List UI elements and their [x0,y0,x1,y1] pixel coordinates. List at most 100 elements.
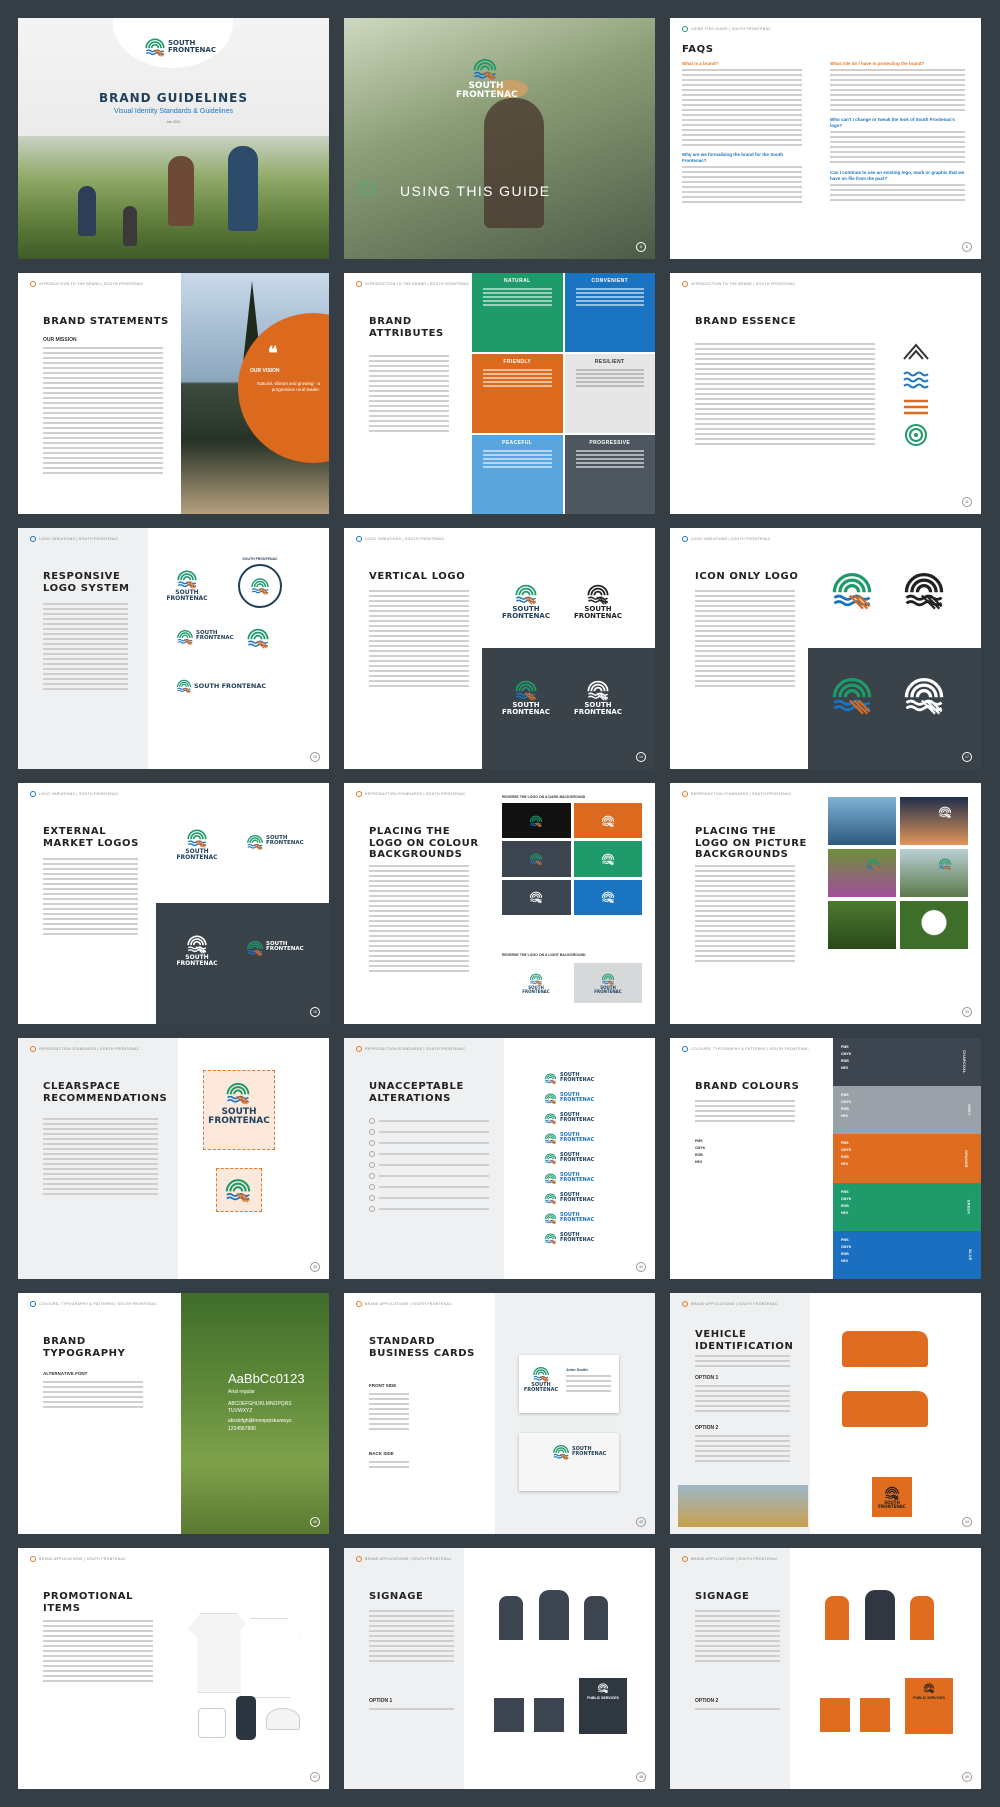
altered-logo: SOUTH FRONTENAC [544,1090,644,1106]
logo-icon [830,673,874,717]
page-unacceptable-alterations[interactable]: REPRODUCTION STANDARDS | SOUTH FRONTENAC… [344,1038,655,1279]
page-brand-statements[interactable]: INTRODUCTION TO THE BRAND | SOUTH FRONTE… [18,273,329,514]
page-header: REPRODUCTION STANDARDS | SOUTH FRONTENAC [30,1046,140,1052]
logo-icon [544,1172,557,1185]
logo-system-text [43,603,128,693]
page-logo-colour-backgrounds[interactable]: REPRODUCTION STANDARDS | SOUTH FRONTENAC… [344,783,655,1024]
font-digits: 1234567890 [228,1426,256,1432]
vertical-logo-text [369,590,469,690]
header-text: COLOURS, TYPOGRAPHY & PATTERNS | SOUTH F… [39,1301,158,1306]
page-cover[interactable]: SOUTH FRONTENAC BRAND GUIDELINES Visual … [18,18,329,259]
page-business-cards[interactable]: BRAND APPLICATIONS | SOUTH FRONTENAC STA… [344,1293,655,1534]
light-bg-label: REVERSE THE LOGO ON A LIGHT BACKGROUND [502,953,586,957]
public-services-label: PUBLIC SERVICES [913,1696,945,1700]
logo-wordmark: SOUTH FRONTENAC [560,1112,595,1123]
colours-text [695,1100,795,1125]
colour-bg-text [369,865,469,975]
colour-codes: PMS CMYK RGB HEX [841,1140,851,1168]
dark-bg-swatches [502,803,642,953]
section-number-circle: 1 [359,180,375,196]
page-logo-picture-backgrounds[interactable]: REPRODUCTION STANDARDS | SOUTH FRONTENAC… [670,783,981,1024]
front-side-heading: FRONT SIDE [369,1383,397,1388]
seal-text: SOUTH FRONTENAC [242,557,278,561]
colour-code-label: PMS [841,1189,849,1194]
faq-answer [682,166,802,206]
logo-icon [246,626,270,650]
page-title: BRAND STATEMENTS [43,316,169,327]
mug [198,1708,226,1738]
page-header: BRAND APPLICATIONS | SOUTH FRONTENAC [356,1556,452,1562]
logo-icon [529,814,543,828]
logo-icon [923,1682,935,1694]
font-lowercase: abcdefghijklmnopqrstuvwxyz [228,1418,292,1424]
faq-answer [830,131,965,166]
logo-wordmark-color: SOUTH FRONTENAC [502,605,550,620]
font-uppercase: ABCDEFGHIJKLMNOPQRS TUVWXYZ [228,1401,292,1414]
colour-code-labels: PMS CMYK RGB HEX [695,1138,705,1166]
page-header: REPRODUCTION STANDARDS | SOUTH FRONTENAC [356,791,466,797]
picture-bg-text [695,865,795,965]
page-using-this-guide[interactable]: SOUTH FRONTENAC 1 USING THIS GUIDE 5 [344,18,655,259]
colour-code-label: PMS [841,1093,849,1098]
dark-bg-label: REVERSE THE LOGO ON A DARK BACKGROUND [502,795,586,799]
colour-code-label: PMS [695,1139,703,1143]
page-vehicle-identification[interactable]: BRAND APPLICATIONS | SOUTH FRONTENAC VEH… [670,1293,981,1534]
header-text: BRAND APPLICATIONS | SOUTH FRONTENAC [691,1556,778,1561]
colour-code-label: HEX [841,1258,849,1263]
colour-swatch-name: ORANGE [964,1149,969,1168]
page-brand-colours[interactable]: COLOURS, TYPOGRAPHY & PATTERNS | SOUTH F… [670,1038,981,1279]
colour-code-label: HEX [841,1066,849,1070]
altered-logo: SOUTH FRONTENAC [544,1170,644,1186]
colour-code-label: HEX [841,1210,849,1215]
sign-1 [825,1596,849,1640]
option-2-text [695,1435,790,1465]
page-responsive-logo-system[interactable]: LOGO VARIATIONS | SOUTH FRONTENAC RESPON… [18,528,329,769]
truck-option-1 [842,1331,928,1367]
faq-answer [682,69,802,149]
polo-shirt [238,1618,300,1698]
page-clearspace[interactable]: REPRODUCTION STANDARDS | SOUTH FRONTENAC… [18,1038,329,1279]
attribute-tile: FRIENDLY [472,354,563,433]
colour-code-label: HEX [841,1162,849,1167]
photo-sunset [900,797,968,845]
page-title: EXTERNAL MARKET LOGOS [43,826,139,849]
colour-code-label: CMYK [841,1100,852,1105]
back-side-list [369,1461,409,1471]
logo-wordmark: SOUTH FRONTENAC [176,954,218,967]
page-external-market-logos[interactable]: LOGO VARIATIONS | SOUTH FRONTENAC EXTERN… [18,783,329,1024]
option-1-heading: OPTION 1 [695,1375,719,1381]
logo-icon [902,568,946,612]
page-icon-only-logo[interactable]: LOGO VARIATIONS | SOUTH FRONTENAC ICON O… [670,528,981,769]
page-brand-essence[interactable]: INTRODUCTION TO THE BRAND | SOUTH FRONTE… [670,273,981,514]
header-text: REPRODUCTION STANDARDS | SOUTH FRONTENAC [365,1046,466,1051]
logo-wordmark: SOUTH FRONTENAC [572,1446,607,1457]
logo-wordmark: SOUTH FRONTENAC [208,1107,270,1126]
page-vertical-logo[interactable]: LOGO VARIATIONS | SOUTH FRONTENAC VERTIC… [344,528,655,769]
photo-flower [828,849,896,897]
page-title: BRAND ESSENCE [695,316,797,327]
page-title: UNACCEPTABLE ALTERATIONS [369,1081,464,1104]
logo-icon [472,56,498,82]
logo-icon [186,933,208,955]
page-brand-typography[interactable]: COLOURS, TYPOGRAPHY & PATTERNS | SOUTH F… [18,1293,329,1534]
page-faqs[interactable]: USING THIS GUIDE | SOUTH FRONTENAC FAQS … [670,18,981,259]
faq-question: Why are we formalizing the brand for the… [682,152,784,164]
option-2-heading: OPTION 2 [695,1425,719,1431]
page-number: 49 [962,1772,972,1782]
cover-logo-wordmark: SOUTH FRONTENAC [168,39,216,54]
external-logos-text [43,858,138,938]
attribute-tile: NATURAL [472,273,563,352]
cover-subtitle: Visual Identity Standards & Guidelines [114,108,233,115]
page-number: 47 [310,1772,320,1782]
logo-icon [225,1080,251,1106]
logo-icon [176,568,198,590]
colour-code-label: PMS [841,1141,849,1146]
page-brand-attributes[interactable]: INTRODUCTION TO THE BRAND | SOUTH FRONTE… [344,273,655,514]
colour-swatch-name: GREEN [966,1199,971,1214]
mission-heading: OUR MISSION [43,337,77,343]
page-signage-option-2[interactable]: BRAND APPLICATIONS | SOUTH FRONTENAC SIG… [670,1548,981,1789]
attributes-intro [369,355,449,435]
logo-icon [544,1232,557,1245]
page-promotional-items[interactable]: BRAND APPLICATIONS | SOUTH FRONTENAC PRO… [18,1548,329,1789]
page-signage-option-1[interactable]: BRAND APPLICATIONS | SOUTH FRONTENAC SIG… [344,1548,655,1789]
